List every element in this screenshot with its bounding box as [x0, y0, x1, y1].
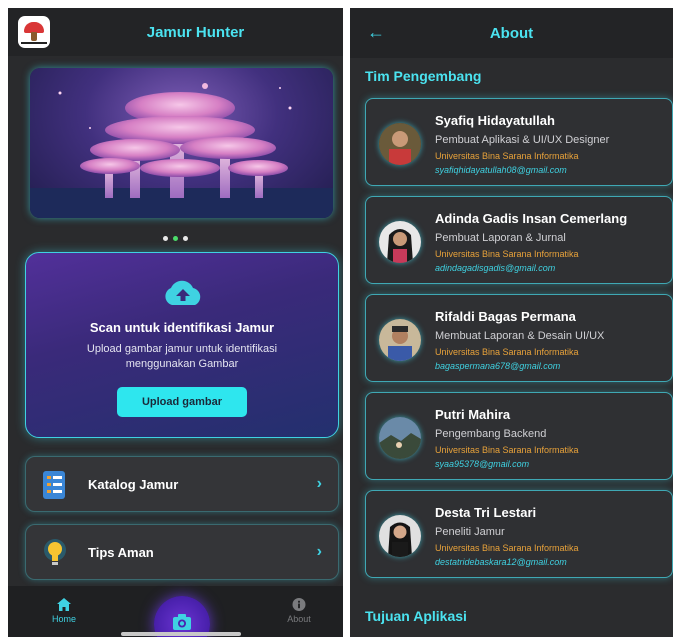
developer-role: Peneliti Jamur	[435, 526, 505, 538]
menu-item-tips-aman[interactable]: Tips Aman ›	[25, 524, 339, 580]
banner-carousel[interactable]	[30, 68, 333, 218]
nav-home-label: Home	[51, 614, 76, 624]
about-title: About	[489, 25, 534, 42]
carousel-dot-active[interactable]	[173, 236, 178, 241]
purpose-section-title: Tujuan Aplikasi	[365, 608, 467, 624]
cloud-upload-icon	[165, 280, 201, 305]
mushroom-logo-icon	[18, 16, 50, 48]
avatar	[379, 417, 421, 459]
developer-card: Desta Tri Lestari Peneliti Jamur Univers…	[365, 490, 673, 578]
developer-email[interactable]: adindagadisgadis@gmail.com	[435, 263, 555, 273]
developer-card: Rifaldi Bagas Permana Membuat Laporan & …	[365, 294, 673, 382]
nav-home[interactable]: Home	[34, 598, 94, 624]
app-title: Jamur Hunter	[146, 24, 245, 41]
developer-email[interactable]: syafiqhidayatullah08@gmail.com	[435, 165, 567, 175]
developer-name: Desta Tri Lestari	[435, 505, 537, 520]
about-screen: ← About Tim Pengembang Syafiq Hidayatull…	[350, 8, 673, 637]
info-icon	[292, 598, 306, 611]
catalog-icon	[43, 471, 65, 499]
about-app-bar: ← About	[350, 8, 673, 58]
menu-label: Katalog Jamur	[88, 477, 179, 492]
camera-icon	[173, 614, 191, 630]
developer-university: Universitas Bina Sarana Informatika	[435, 249, 579, 259]
home-app-bar: Jamur Hunter	[8, 8, 343, 56]
menu-label: Tips Aman	[88, 545, 154, 560]
developer-role: Pembuat Laporan & Jurnal	[435, 232, 566, 244]
developer-university: Universitas Bina Sarana Informatika	[435, 151, 579, 161]
developer-card: Syafiq Hidayatullah Pembuat Aplikasi & U…	[365, 98, 673, 186]
nav-about-label: About	[287, 614, 311, 624]
chevron-right-icon: ›	[316, 475, 322, 492]
avatar	[379, 319, 421, 361]
developer-role: Membuat Laporan & Desain UI/UX	[435, 330, 605, 342]
menu-item-katalog-jamur[interactable]: Katalog Jamur ›	[25, 456, 339, 512]
developer-role: Pembuat Aplikasi & UI/UX Designer	[435, 134, 610, 146]
developer-university: Universitas Bina Sarana Informatika	[435, 445, 579, 455]
carousel-dot[interactable]	[163, 236, 168, 241]
scan-title: Scan untuk identifikasi Jamur	[89, 320, 275, 335]
developer-card: Adinda Gadis Insan Cemerlang Pembuat Lap…	[365, 196, 673, 284]
upload-image-button[interactable]: Upload gambar	[117, 387, 247, 417]
carousel-dots[interactable]	[163, 228, 193, 241]
home-indicator	[121, 632, 241, 636]
developer-email[interactable]: bagaspermana678@gmail.com	[435, 361, 560, 371]
developer-card: Putri Mahira Pengembang Backend Universi…	[365, 392, 673, 480]
developer-name: Adinda Gadis Insan Cemerlang	[435, 211, 628, 226]
scan-card: Scan untuk identifikasi Jamur Upload gam…	[25, 252, 339, 438]
developer-name: Putri Mahira	[435, 407, 511, 422]
team-section-title: Tim Pengembang	[365, 68, 482, 84]
mushroom-banner-image	[30, 83, 333, 218]
developer-name: Rifaldi Bagas Permana	[435, 309, 576, 324]
developer-role: Pengembang Backend	[435, 428, 547, 440]
scan-description: Upload gambar jamur untuk identifikasi m…	[86, 343, 278, 370]
lightbulb-icon	[44, 539, 66, 565]
avatar	[379, 123, 421, 165]
developer-university: Universitas Bina Sarana Informatika	[435, 347, 579, 357]
avatar	[379, 515, 421, 557]
home-screen: Jamur Hunter Scan untuk identifikasi Jam…	[8, 8, 343, 637]
home-icon	[57, 598, 71, 611]
avatar	[379, 221, 421, 263]
chevron-right-icon: ›	[316, 543, 322, 560]
developer-university: Universitas Bina Sarana Informatika	[435, 543, 579, 553]
developer-email[interactable]: syaa95378@gmail.com	[435, 459, 529, 469]
nav-about[interactable]: About	[269, 598, 329, 624]
developer-email[interactable]: destatridebaskara12@gmail.com	[435, 557, 567, 567]
developer-name: Syafiq Hidayatullah	[435, 113, 555, 128]
carousel-dot[interactable]	[183, 236, 188, 241]
